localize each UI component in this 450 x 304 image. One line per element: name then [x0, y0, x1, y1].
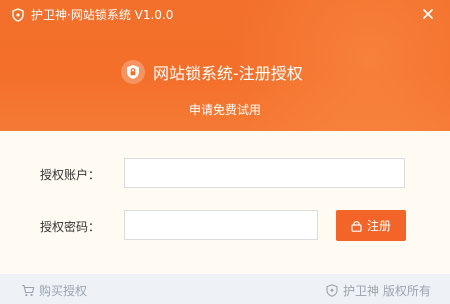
- shield-logo-icon: [326, 284, 338, 297]
- copyright-label: 护卫神 版权所有: [343, 284, 431, 298]
- shield-logo-icon: [12, 8, 24, 22]
- footer-bar: 购买授权 护卫神 版权所有: [0, 274, 450, 304]
- lock-icon: [351, 220, 362, 232]
- password-input[interactable]: [124, 210, 318, 240]
- register-window: 护卫神·网站锁系统 V1.0.0 网站锁系统-注册授权 申请免费试用 授权账户：…: [0, 0, 450, 304]
- shield-lock-icon: [121, 60, 145, 84]
- close-button[interactable]: [417, 3, 439, 25]
- account-input[interactable]: [124, 158, 405, 188]
- password-label: 授权密码：: [40, 220, 101, 234]
- copyright: 护卫神 版权所有: [326, 282, 431, 299]
- trial-subtitle: 申请免费试用: [188, 103, 261, 117]
- close-icon: [423, 9, 433, 19]
- register-button[interactable]: 注册: [336, 210, 406, 241]
- account-label: 授权账户：: [40, 168, 101, 182]
- page-heading: 网站锁系统-注册授权: [121, 58, 303, 86]
- buy-license-link[interactable]: 购买授权: [21, 282, 87, 299]
- register-label: 注册: [366, 219, 391, 233]
- header-banner: 护卫神·网站锁系统 V1.0.0 网站锁系统-注册授权 申请免费试用: [0, 0, 450, 131]
- window-title: 护卫神·网站锁系统 V1.0.0: [31, 8, 174, 22]
- buy-license-label: 购买授权: [39, 284, 88, 298]
- page-title: 网站锁系统-注册授权: [153, 64, 303, 83]
- cart-icon: [22, 284, 35, 297]
